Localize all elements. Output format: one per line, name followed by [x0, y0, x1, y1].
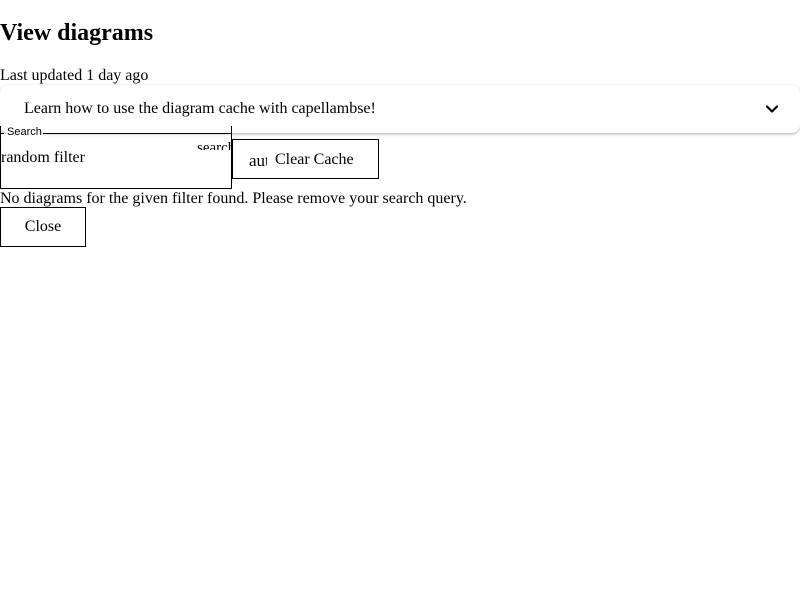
page-title: View diagrams — [0, 20, 154, 46]
clear-cache-button[interactable]: autorenew Clear Cache — [232, 139, 379, 179]
search-input[interactable] — [1, 148, 191, 168]
no-diagrams-message: No diagrams for the given filter found. … — [0, 190, 467, 207]
clear-cache-label: Clear Cache — [275, 151, 354, 168]
search-field-label: Search — [6, 126, 43, 139]
autorenew-icon: autorenew — [249, 151, 267, 170]
search-icon: search — [197, 141, 231, 150]
help-accordion-title: Learn how to use the diagram cache with … — [24, 100, 376, 117]
search-field-border — [0, 133, 4, 134]
last-updated-text: Last updated 1 day ago — [0, 67, 149, 84]
search-field-border — [42, 133, 232, 134]
close-button[interactable]: Close — [0, 207, 86, 247]
chevron-down-icon[interactable] — [764, 101, 780, 117]
search-field: Search search — [0, 126, 232, 189]
